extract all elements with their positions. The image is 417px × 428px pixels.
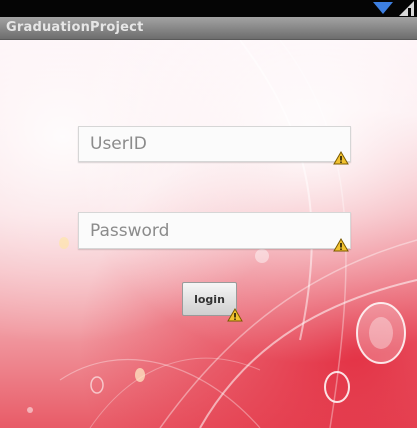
title-bar: GraduationProject <box>0 17 417 40</box>
password-input[interactable] <box>79 213 350 248</box>
userid-field[interactable] <box>78 126 351 162</box>
signal-icon <box>399 1 414 16</box>
warning-icon <box>333 238 349 252</box>
warning-icon <box>333 151 349 165</box>
userid-input[interactable] <box>79 127 350 161</box>
warning-icon <box>227 308 243 322</box>
app-title: GraduationProject <box>6 20 144 35</box>
wifi-icon <box>373 2 393 14</box>
password-field[interactable] <box>78 212 351 249</box>
status-bar <box>0 0 417 17</box>
